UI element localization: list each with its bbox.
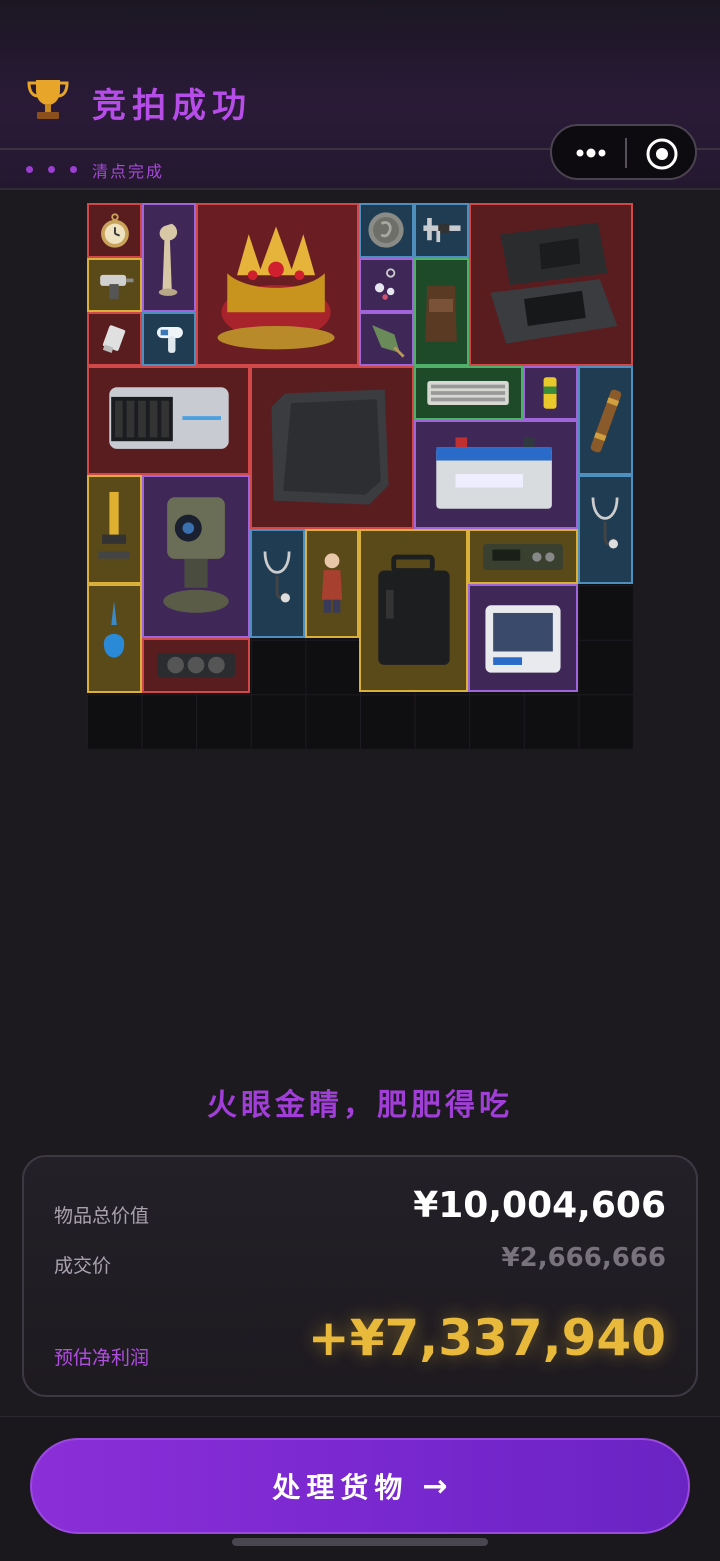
deal-price-label: 成交价	[54, 1255, 112, 1277]
keyboard-icon	[427, 380, 509, 406]
item-perfume-bottle[interactable]	[87, 584, 142, 693]
coffee-bag-icon	[425, 286, 457, 342]
status-label: 清点完成	[92, 162, 165, 181]
crown-icon	[198, 205, 357, 364]
item-thermometer-gun[interactable]	[142, 312, 196, 366]
process-goods-label: 处理货物	[272, 1471, 409, 1504]
power-case-icon	[378, 554, 450, 665]
trophy-icon	[27, 80, 69, 119]
spyglass-icon	[590, 389, 622, 453]
gpu-icon	[157, 652, 235, 678]
microscope-icon	[98, 491, 130, 559]
figurine-icon	[158, 223, 178, 296]
can-icon	[543, 377, 557, 409]
item-power-station-case[interactable]	[359, 529, 468, 692]
item-military-radio[interactable]	[468, 529, 578, 584]
arrow-right-icon: →	[422, 1468, 448, 1504]
item-security-camera-turret[interactable]	[142, 475, 250, 638]
item-soda-can[interactable]	[523, 366, 578, 420]
item-stethoscope[interactable]	[578, 475, 633, 584]
item-graphics-card[interactable]	[142, 638, 250, 693]
item-usb-drive[interactable]	[87, 312, 142, 366]
progress-dot	[26, 166, 33, 173]
item-spyglass[interactable]	[578, 366, 633, 475]
status-bar: 清点完成	[0, 150, 720, 190]
item-coffee-bag[interactable]	[414, 258, 469, 366]
slogan: 火眼金睛，肥肥得吃	[207, 1088, 513, 1123]
item-carved-figurine[interactable]	[142, 203, 196, 312]
item-porcelain-figurine[interactable]	[305, 529, 359, 638]
total-value: ¥10,004,606	[413, 1185, 666, 1226]
battery-icon	[436, 437, 552, 509]
item-pocket-watch[interactable]	[87, 203, 142, 258]
item-arrowhead[interactable]	[359, 312, 414, 366]
item-car-battery[interactable]	[414, 420, 578, 529]
radio-icon	[483, 543, 563, 570]
loot-grid	[87, 203, 633, 749]
progress-dot	[70, 166, 77, 173]
item-jeweled-crown[interactable]	[196, 203, 359, 366]
process-goods-button[interactable]: 处理货物 →	[30, 1438, 690, 1534]
camera-turret-icon	[163, 497, 229, 613]
drill-icon	[100, 274, 134, 299]
item-carbon-plate[interactable]	[250, 366, 414, 529]
item-stethoscope[interactable]	[250, 529, 305, 638]
profit-value: +¥7,337,940	[307, 1309, 666, 1367]
earring-icon	[374, 268, 396, 300]
carbon-plate-icon	[271, 389, 389, 505]
summary-card: 物品总价值 ¥10,004,606 成交价 ¥2,666,666 预估净利润 +…	[22, 1155, 698, 1397]
profit-label: 预估净利润	[54, 1347, 150, 1369]
stethoscope-icon	[263, 551, 291, 603]
stethoscope-icon	[591, 497, 619, 549]
thermometer-icon	[156, 326, 183, 353]
server-icon	[109, 387, 229, 449]
item-earring[interactable]	[359, 258, 414, 312]
item-ancient-coin[interactable]	[359, 203, 414, 258]
usb-drive-icon	[102, 325, 126, 353]
home-indicator	[232, 1538, 488, 1546]
caliper-icon	[423, 217, 461, 243]
arrowhead-icon	[372, 325, 405, 358]
pocket-watch-icon	[101, 213, 129, 248]
page-title: 竞拍成功	[92, 86, 252, 126]
progress-dot	[48, 166, 55, 173]
item-power-drill[interactable]	[87, 258, 142, 312]
deal-price: ¥2,666,666	[501, 1243, 666, 1273]
lab-shaker-icon	[485, 605, 561, 673]
item-lab-shaker[interactable]	[468, 584, 578, 692]
item-keyboard[interactable]	[414, 366, 523, 420]
item-server-drive-bay[interactable]	[87, 366, 250, 475]
laptop-case-icon	[490, 222, 618, 344]
perfume-icon	[103, 600, 125, 658]
item-caliper[interactable]	[414, 203, 469, 258]
item-gold-microscope[interactable]	[87, 475, 142, 584]
item-rugged-laptop-case[interactable]	[469, 203, 633, 366]
coin-icon	[368, 212, 404, 248]
figurine-boy-icon	[321, 553, 343, 613]
total-value-label: 物品总价值	[54, 1205, 150, 1227]
